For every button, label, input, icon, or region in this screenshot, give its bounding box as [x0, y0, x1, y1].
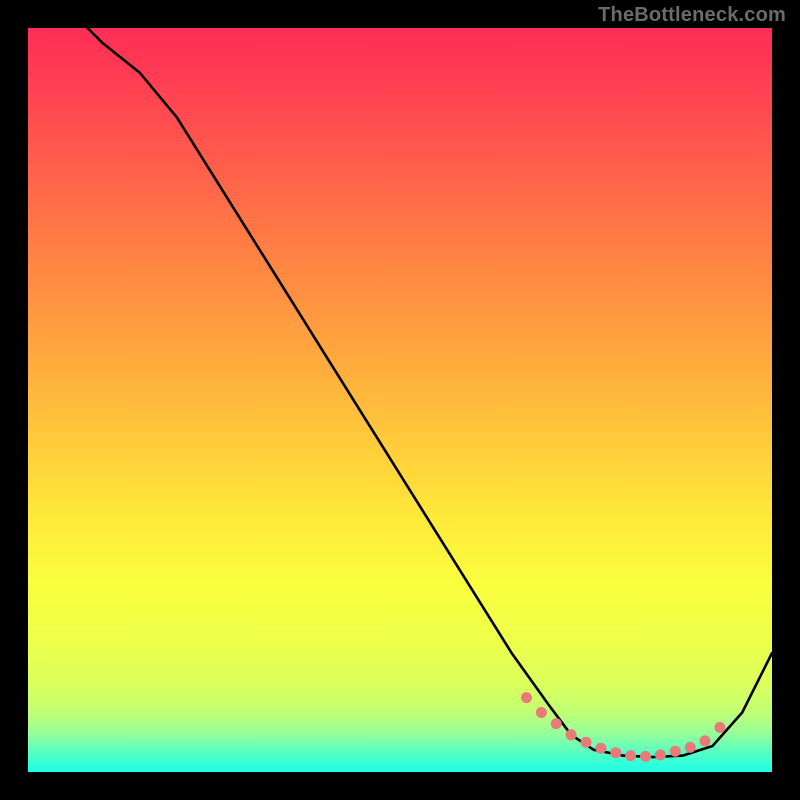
marker-dot [610, 747, 621, 758]
marker-dot [536, 707, 547, 718]
chart-svg [28, 28, 772, 772]
bottleneck-curve-path [88, 28, 773, 757]
marker-dot [655, 749, 666, 760]
marker-dot [700, 735, 711, 746]
marker-dot [551, 718, 562, 729]
marker-dot [566, 729, 577, 740]
marker-dot [714, 722, 725, 733]
attribution-text: TheBottleneck.com [598, 4, 786, 27]
marker-dot [521, 692, 532, 703]
plot-area [28, 28, 772, 772]
marker-dot [685, 742, 696, 753]
marker-dot [625, 750, 636, 761]
marker-dot [670, 746, 681, 757]
marker-dot [581, 737, 592, 748]
marker-dot [595, 743, 606, 754]
marker-dot [640, 751, 651, 762]
